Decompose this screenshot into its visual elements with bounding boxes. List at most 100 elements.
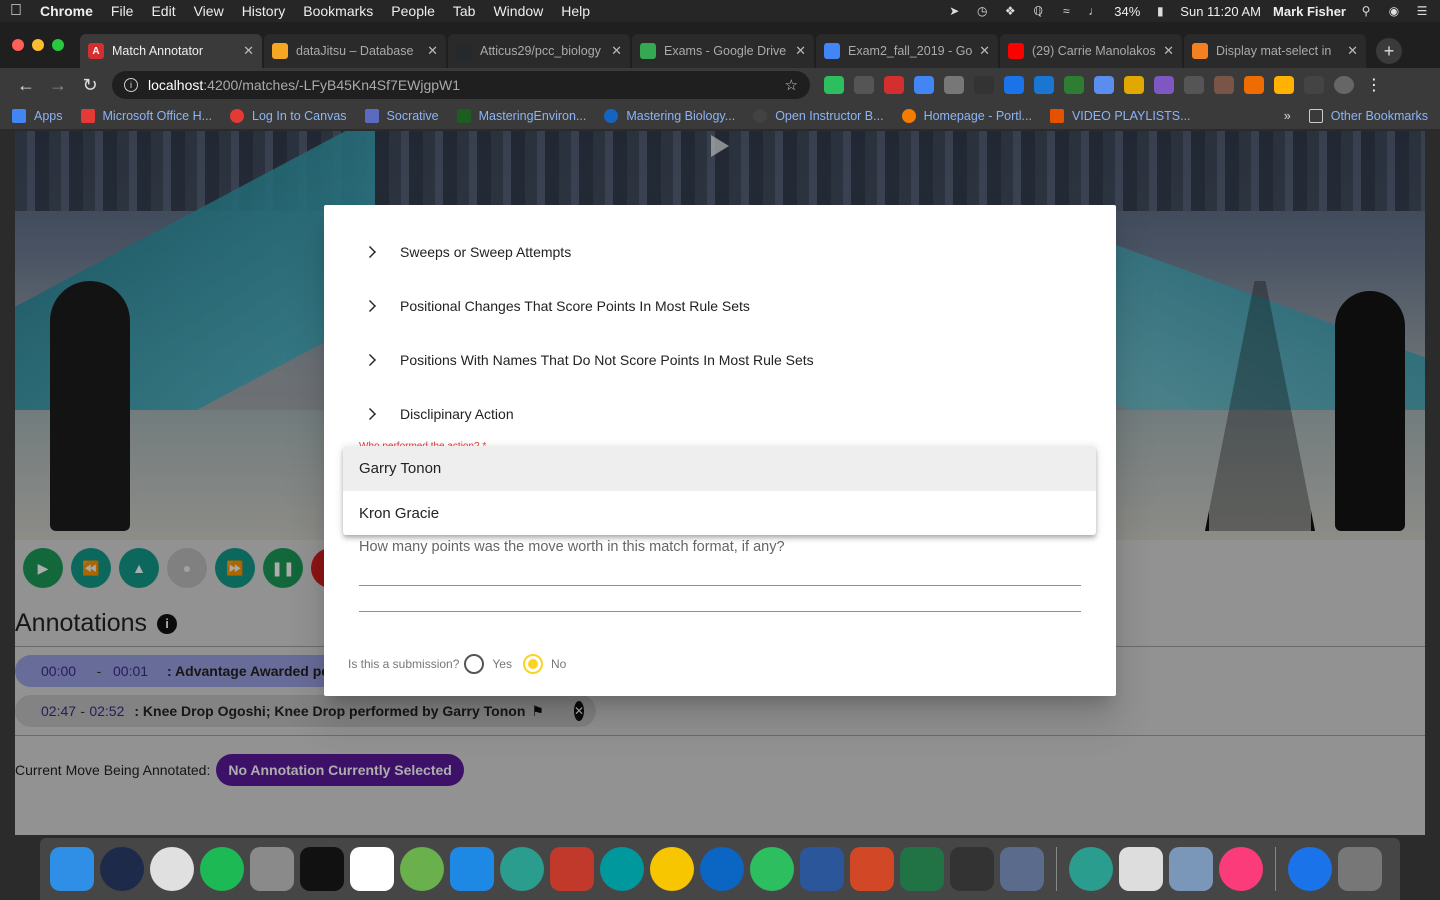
site-info-icon[interactable]: i: [124, 78, 138, 92]
menu-tab[interactable]: Tab: [453, 3, 476, 19]
excel-icon[interactable]: [900, 847, 944, 891]
powerpoint-icon[interactable]: [850, 847, 894, 891]
radio-yes[interactable]: [464, 654, 485, 674]
preview-icon[interactable]: [1169, 847, 1213, 891]
profile-avatar-icon[interactable]: [1334, 76, 1354, 94]
spotlight-search-icon[interactable]: ⚲: [1358, 4, 1374, 18]
bluetooth-icon[interactable]: ℚ: [1030, 4, 1046, 18]
bookmarks-overflow-icon[interactable]: »: [1284, 109, 1291, 123]
menu-history[interactable]: History: [242, 3, 286, 19]
location-icon[interactable]: ➤: [946, 4, 962, 18]
slack-icon[interactable]: [350, 847, 394, 891]
menu-people[interactable]: People: [391, 3, 435, 19]
word-icon[interactable]: [800, 847, 844, 891]
bookmark-video-playlists[interactable]: VIDEO PLAYLISTS...: [1049, 108, 1191, 123]
battery-percent[interactable]: 34%: [1114, 4, 1140, 19]
bookmark-other[interactable]: Other Bookmarks: [1308, 108, 1428, 123]
globe-extension-icon[interactable]: [944, 76, 964, 94]
back-arrow-icon[interactable]: ←: [10, 75, 42, 96]
tab-close-icon[interactable]: ✕: [1347, 43, 1358, 59]
home-extension-icon[interactable]: [1184, 76, 1204, 94]
browser-tab-datajitsu[interactable]: dataJitsu – Database ✕: [264, 34, 446, 68]
close-window-button[interactable]: [12, 39, 24, 51]
browser-tab-youtube[interactable]: (29) Carrie Manolakos ✕: [1000, 34, 1182, 68]
markdown-icon[interactable]: [700, 847, 744, 891]
zoom-window-button[interactable]: [52, 39, 64, 51]
radio-yes-label[interactable]: Yes: [492, 657, 512, 671]
forward-arrow-icon[interactable]: →: [42, 75, 74, 96]
chevron-right-icon[interactable]: [364, 408, 376, 420]
bookmark-homepage-portal[interactable]: Homepage - Portl...: [901, 108, 1032, 123]
finder-icon[interactable]: [50, 847, 94, 891]
menu-view[interactable]: View: [194, 3, 224, 19]
browser-tab-match-annotator[interactable]: A Match Annotator ✕: [80, 34, 262, 68]
address-bar[interactable]: i localhost :4200/matches/-LFyB45Kn4Sf7E…: [112, 71, 810, 99]
s-extension-icon[interactable]: [1034, 76, 1054, 94]
browser-tab-google-docs[interactable]: Exam2_fall_2019 - Google ✕: [816, 34, 998, 68]
bookmark-canvas[interactable]: Log In to Canvas: [230, 108, 347, 123]
adblock-extension-icon[interactable]: [884, 76, 904, 94]
evernote-dock-icon[interactable]: [750, 847, 794, 891]
wave-extension-icon[interactable]: [1154, 76, 1174, 94]
radio-no[interactable]: [522, 654, 543, 674]
chevron-right-icon[interactable]: [364, 300, 376, 312]
menu-window[interactable]: Window: [493, 3, 543, 19]
cookie-extension-icon[interactable]: [1274, 76, 1294, 94]
move-category-positional-changes[interactable]: Positional Changes That Score Points In …: [364, 294, 750, 318]
google-extension-icon[interactable]: [1124, 76, 1144, 94]
browser-tab-github[interactable]: Atticus29/pcc_biology ✕: [448, 34, 630, 68]
time-machine-icon[interactable]: ◷: [974, 4, 990, 18]
chrome-menu-icon[interactable]: ⋮: [1364, 76, 1384, 94]
bookmark-star-icon[interactable]: ☆: [785, 76, 798, 94]
cat-app-icon[interactable]: [950, 847, 994, 891]
1password-icon[interactable]: [1288, 847, 1332, 891]
spotify-icon[interactable]: [200, 847, 244, 891]
move-category-disciplinary-action[interactable]: Disclipinary Action: [364, 402, 514, 426]
menubar-user[interactable]: Mark Fisher: [1273, 4, 1346, 19]
evernote-extension-icon[interactable]: [824, 76, 844, 94]
move-category-named-positions[interactable]: Positions With Names That Do Not Score P…: [364, 348, 814, 372]
menu-help[interactable]: Help: [561, 3, 590, 19]
menu-edit[interactable]: Edit: [151, 3, 175, 19]
siri-icon[interactable]: ◉: [1386, 4, 1402, 18]
wifi-icon[interactable]: ≈: [1058, 4, 1074, 18]
system-preferences-icon[interactable]: [250, 847, 294, 891]
atom-dock-icon[interactable]: [1069, 847, 1113, 891]
translate-extension-icon[interactable]: [914, 76, 934, 94]
notification-center-icon[interactable]: ☰: [1414, 4, 1430, 18]
menu-app-name[interactable]: Chrome: [40, 3, 93, 19]
chevron-right-icon[interactable]: [364, 354, 376, 366]
bookmark-open-instructor[interactable]: Open Instructor B...: [753, 108, 884, 123]
menubar-clock[interactable]: Sun 11:20 AM: [1180, 4, 1261, 19]
select-option-garry-tonon[interactable]: Garry Tonon: [343, 446, 1096, 491]
bookmark-microsoft-office[interactable]: Microsoft Office H...: [80, 108, 212, 123]
battery-icon[interactable]: ▮: [1152, 4, 1168, 18]
browser-tab-google-drive[interactable]: Exams - Google Drive ✕: [632, 34, 814, 68]
bookmark-apps[interactable]: Apps: [12, 108, 63, 123]
chevron-right-icon[interactable]: [364, 246, 376, 258]
terminal-icon[interactable]: [300, 847, 344, 891]
browser-tab-stackoverflow[interactable]: Display mat-select in ✕: [1184, 34, 1366, 68]
apple-menu-icon[interactable]: : [10, 2, 22, 20]
minimize-window-button[interactable]: [32, 39, 44, 51]
ring-extension-icon[interactable]: [1094, 76, 1114, 94]
vscode-icon[interactable]: [450, 847, 494, 891]
bookmark-mastering-environ[interactable]: MasteringEnviron...: [456, 108, 586, 123]
pen-extension-icon[interactable]: [1004, 76, 1024, 94]
bookmark-socrative[interactable]: Socrative: [364, 108, 439, 123]
trash-icon[interactable]: [1338, 847, 1382, 891]
arduino-icon[interactable]: [600, 847, 644, 891]
android-studio-icon[interactable]: [400, 847, 444, 891]
cast-icon[interactable]: [1304, 76, 1324, 94]
itunes-icon[interactable]: [1219, 847, 1263, 891]
points-input[interactable]: How many points was the move worth in th…: [359, 539, 1081, 555]
cloud-extension-icon[interactable]: [854, 76, 874, 94]
reload-icon[interactable]: ↻: [74, 75, 106, 96]
menu-bookmarks[interactable]: Bookmarks: [303, 3, 373, 19]
tab-close-icon[interactable]: ✕: [795, 43, 806, 59]
tab-close-icon[interactable]: ✕: [979, 43, 990, 59]
volume-icon[interactable]: ♩: [1086, 4, 1102, 18]
atom-icon[interactable]: [500, 847, 544, 891]
new-tab-button[interactable]: +: [1376, 38, 1402, 64]
bookmark-mastering-biology[interactable]: Mastering Biology...: [604, 108, 735, 123]
